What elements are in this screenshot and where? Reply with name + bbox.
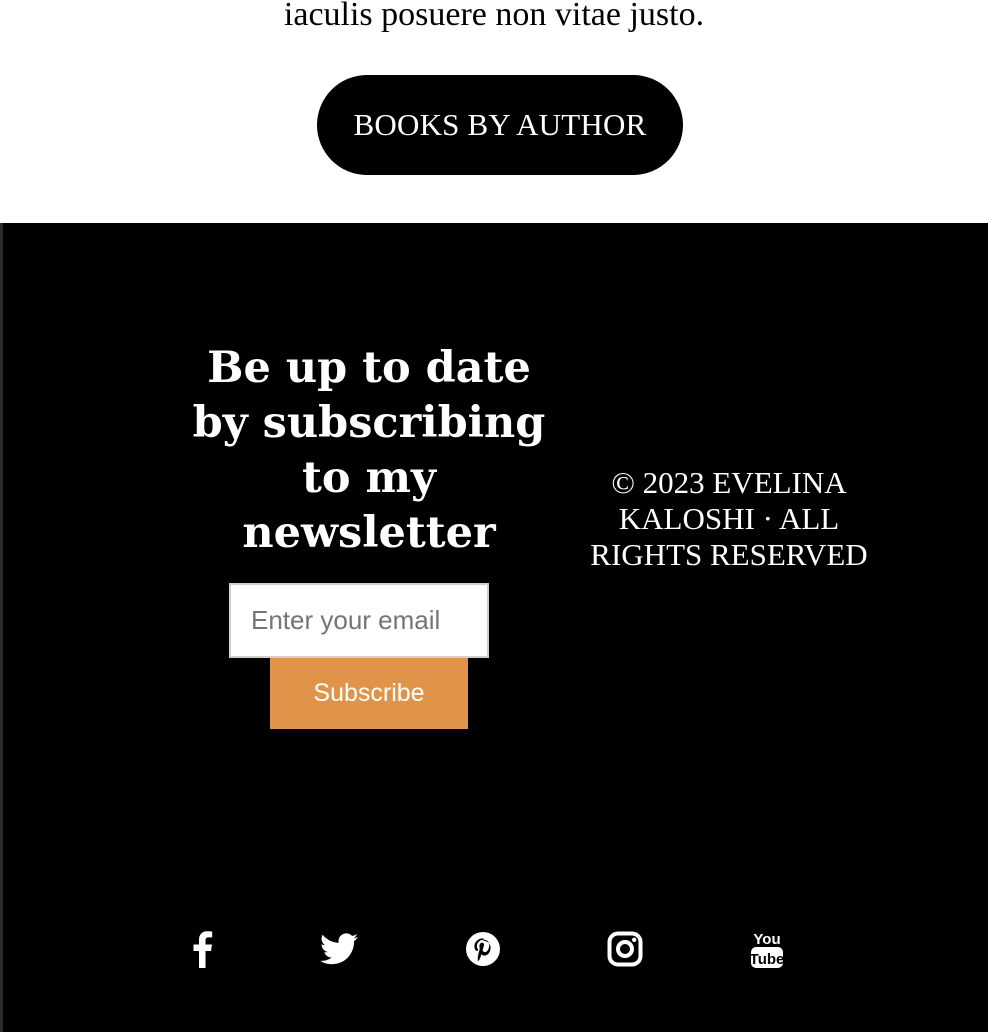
svg-text:You: You (753, 931, 780, 948)
instagram-link[interactable] (602, 926, 648, 972)
pinterest-link[interactable] (460, 926, 506, 972)
twitter-link[interactable] (316, 926, 362, 972)
newsletter-heading: Be up to date by subscribing to my newsl… (192, 343, 546, 558)
youtube-icon: You Tube (750, 931, 785, 968)
email-field[interactable] (229, 583, 489, 658)
intro-text: iaculis posuere non vitae justo. (283, 0, 705, 33)
facebook-link[interactable] (179, 926, 225, 972)
youtube-link[interactable]: You Tube (744, 926, 790, 972)
subscribe-button[interactable]: Subscribe (270, 658, 468, 729)
facebook-icon (193, 931, 213, 968)
svg-text:Tube: Tube (750, 951, 785, 968)
twitter-icon (320, 933, 358, 965)
copyright-text: © 2023 EVELINA KALOSHI · ALL RIGHTS RESE… (590, 465, 868, 572)
pinterest-icon (466, 932, 500, 966)
site-footer: Be up to date by subscribing to my newsl… (0, 223, 988, 1032)
instagram-icon (607, 931, 643, 967)
books-by-author-button[interactable]: BOOKS BY AUTHOR (317, 75, 683, 175)
